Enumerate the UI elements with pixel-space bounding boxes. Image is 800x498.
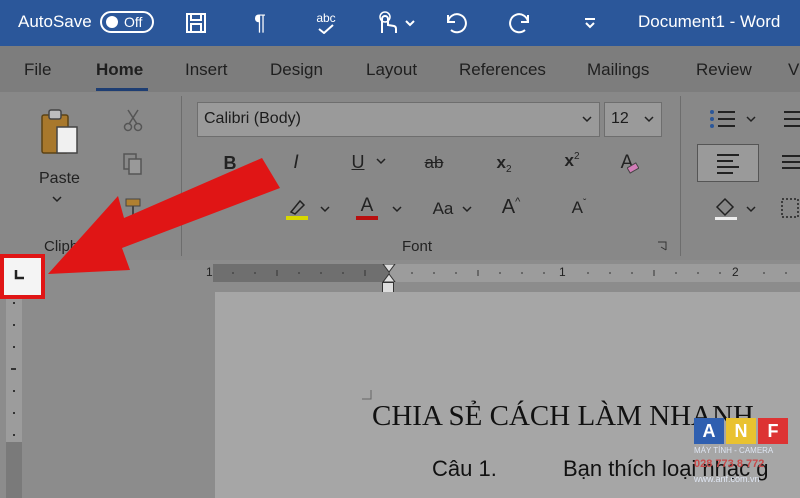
watermark-letter: N (726, 418, 756, 444)
format-painter-icon[interactable] (120, 196, 146, 218)
bullets-dropdown-icon[interactable] (744, 112, 758, 126)
watermark-url: www.anf.com.vn (694, 474, 760, 484)
tab-references[interactable]: References (459, 60, 546, 80)
change-case-dropdown-icon[interactable] (460, 202, 474, 216)
grow-font-button[interactable]: A ^ (498, 194, 524, 220)
spelling-check-icon[interactable]: abc (310, 8, 342, 38)
ribbon-tabs: File Home Insert Design Layout Reference… (0, 46, 800, 92)
font-size-combo[interactable]: 12 (604, 102, 662, 137)
tab-review[interactable]: Review (696, 60, 752, 80)
copy-icon[interactable] (120, 150, 146, 178)
bullets-icon[interactable] (708, 106, 738, 132)
tab-insert[interactable]: Insert (185, 60, 228, 80)
tab-view[interactable]: V (788, 60, 799, 80)
watermark-letter: F (758, 418, 788, 444)
touch-mode-icon[interactable] (372, 8, 420, 38)
tab-home[interactable]: Home (96, 60, 143, 80)
align-left-button[interactable] (697, 144, 759, 182)
tab-selector-button[interactable] (0, 254, 45, 299)
watermark-phone: 028 773 8 772 (694, 458, 765, 470)
paste-icon[interactable] (38, 106, 82, 158)
redo-icon[interactable] (506, 8, 536, 38)
cut-icon[interactable] (120, 106, 146, 134)
ruler-label: 2 (732, 265, 739, 279)
bold-button[interactable]: B (220, 152, 240, 174)
strikethrough-button[interactable]: ab (420, 152, 448, 174)
watermark-letter: A (694, 418, 724, 444)
question-number[interactable]: Câu 1. (432, 456, 497, 482)
save-icon[interactable] (182, 8, 210, 38)
anf-watermark-logo: A N F MÁY TÍNH - CAMERA 028 773 8 772 ww… (690, 418, 800, 498)
paragraph-mark-icon[interactable]: ¶ (248, 8, 272, 38)
autosave-label: AutoSave (18, 12, 92, 31)
shading-icon[interactable] (712, 194, 740, 222)
paste-dropdown-icon[interactable] (50, 192, 64, 206)
group-separator (680, 96, 681, 256)
vertical-ruler-ticks (6, 302, 22, 498)
ruler-label: 1 (206, 265, 213, 279)
quick-access-dropdown-icon[interactable] (580, 8, 600, 38)
font-group-label: Font (402, 238, 433, 255)
tab-layout[interactable]: Layout (366, 60, 417, 80)
superscript-button[interactable]: x2 (560, 148, 584, 174)
font-name-combo[interactable]: Calibri (Body) (197, 102, 600, 137)
shrink-font-button[interactable]: Aˇ (566, 196, 592, 220)
tab-mailings[interactable]: Mailings (587, 60, 649, 80)
margin-corner-mark (362, 390, 372, 400)
change-case-button[interactable]: Aa (428, 198, 458, 220)
highlight-dropdown-icon[interactable] (318, 202, 332, 216)
underline-dropdown-icon[interactable] (374, 154, 388, 168)
subscript-button[interactable]: x2 (492, 150, 516, 176)
ruler-ticks (232, 264, 787, 282)
highlight-color-button[interactable] (284, 196, 310, 222)
font-color-button[interactable]: A (354, 194, 380, 222)
italic-button[interactable]: I (286, 152, 306, 174)
chevron-down-icon[interactable] (581, 112, 593, 130)
toggle-knob (106, 16, 118, 28)
numbering-icon[interactable] (776, 106, 800, 132)
underline-button[interactable]: U (348, 150, 368, 174)
align-center-icon[interactable] (780, 150, 800, 176)
document-title: Document1 - Word (638, 12, 781, 31)
chevron-down-icon[interactable] (643, 112, 655, 130)
title-bar: AutoSave Off ¶ abc Document1 - Word (0, 0, 800, 46)
clipboard-group-label: Clipbo (44, 238, 87, 255)
paste-label[interactable]: Paste (39, 170, 80, 188)
shading-dropdown-icon[interactable] (744, 202, 758, 216)
font-size-value: 12 (611, 110, 629, 127)
autosave-state: Off (124, 14, 143, 30)
borders-icon[interactable] (780, 196, 800, 220)
tab-file[interactable]: File (24, 60, 51, 80)
font-color-dropdown-icon[interactable] (390, 202, 404, 216)
group-separator (181, 96, 182, 256)
ruler-label: 1 (559, 265, 566, 279)
font-name-value: Calibri (Body) (204, 110, 301, 127)
watermark-subtitle: MÁY TÍNH - CAMERA (694, 446, 774, 455)
tab-design[interactable]: Design (270, 60, 323, 80)
undo-icon[interactable] (440, 8, 470, 38)
font-dialog-launcher-icon[interactable] (656, 240, 668, 252)
active-tab-indicator (96, 88, 148, 91)
left-tab-stop-icon (14, 270, 24, 280)
autosave-toggle[interactable]: Off (100, 11, 154, 33)
clear-formatting-icon[interactable]: A (616, 150, 644, 176)
